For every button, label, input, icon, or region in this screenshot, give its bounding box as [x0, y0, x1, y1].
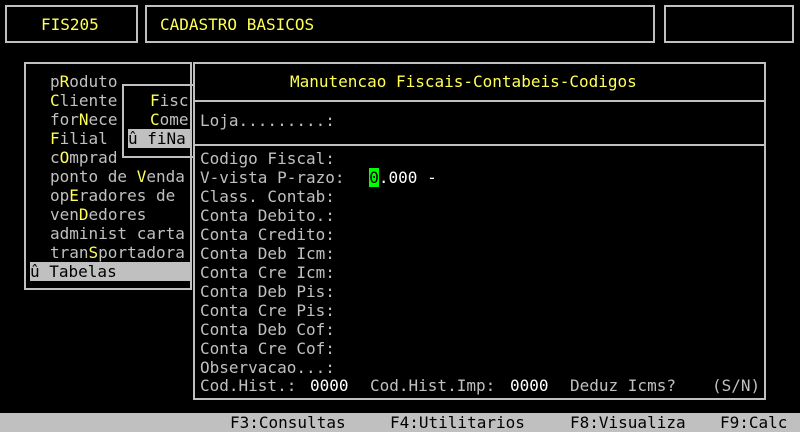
form-field-input[interactable] [345, 168, 545, 187]
menu-item-text: p [50, 72, 60, 91]
menu-item-text: ponto de [50, 167, 137, 186]
menu-item[interactable]: Filial [50, 129, 108, 148]
header-right-box [664, 5, 794, 43]
menu-item-hotkey: D [78, 205, 89, 224]
form-field-label: Conta Credito: [200, 225, 335, 244]
menu-item-text: mprad [69, 148, 118, 167]
cod-hist-input[interactable]: 0000 [310, 376, 349, 395]
form-field-input[interactable] [345, 225, 545, 244]
form-field-label: Observacao...: [200, 358, 335, 377]
form-field-input[interactable] [345, 187, 545, 206]
menu-item-text: oduto [69, 72, 118, 91]
menu-item[interactable]: forNece [50, 110, 117, 129]
menu-item-tabelas[interactable]: û Tabelas [30, 262, 190, 281]
module-title: CADASTRO BASICOS [160, 15, 315, 34]
cod-hist-imp-label: Cod.Hist.Imp: [370, 376, 496, 395]
form-field-label: Conta Deb Icm: [200, 244, 335, 263]
form-field-input[interactable] [345, 263, 545, 282]
menu-item-hotkey: R [59, 72, 70, 91]
submenu-item-hotkey: C [150, 110, 160, 129]
submenu-item-text: isc [159, 91, 189, 110]
form-field-input[interactable] [345, 301, 545, 320]
submenu-item[interactable]: Fisc [150, 91, 189, 110]
f4-utilitarios-key[interactable]: F4:Utilitarios [390, 413, 525, 432]
menu-item[interactable]: cOmprad [50, 148, 117, 167]
form-field-input[interactable] [345, 282, 545, 301]
menu-item-hotkey: C [50, 91, 60, 110]
form-title: Manutencao Fiscais-Contabeis-Codigos [290, 72, 637, 91]
form-field-label: Class. Contab: [200, 187, 335, 206]
menu-item[interactable]: ponto de Venda [50, 167, 185, 186]
menu-item[interactable]: tranSportadora [50, 243, 185, 262]
submenu-item-financas-label: û fiNa [128, 129, 186, 148]
form-field-label: Conta Cre Pis: [200, 301, 335, 320]
menu-item-text: for [50, 110, 79, 129]
cod-hist-label: Cod.Hist.: [200, 376, 297, 395]
submenu-item-hotkey: F [150, 91, 160, 110]
menu-item-hotkey: S [88, 243, 99, 262]
menu-item[interactable]: Cliente [50, 91, 117, 110]
menu-item[interactable]: pRoduto [50, 72, 117, 91]
menu-item-text: tran [50, 243, 89, 262]
menu-item-hotkey: O [59, 148, 70, 167]
f9-calc-key[interactable]: F9:Calc [720, 413, 787, 432]
menu-item[interactable]: opEradores de [50, 186, 175, 205]
menu-item-text: edores [88, 205, 147, 224]
loja-label: Loja.........: [200, 111, 335, 130]
menu-item-text: c [50, 148, 60, 167]
cod-hist-imp-input[interactable]: 0000 [510, 376, 549, 395]
form-field-label: Conta Cre Icm: [200, 263, 335, 282]
form-field-input[interactable] [345, 206, 545, 225]
form-field-label: V-vista P-razo: [200, 168, 345, 187]
menu-item-hotkey: E [69, 186, 79, 205]
menu-item-tabelas-label: û Tabelas [30, 262, 117, 281]
deduz-icms-options[interactable]: (S/N) [712, 376, 760, 395]
menu-item-text: radores de [78, 186, 176, 205]
menu-item-hotkey: V [136, 167, 147, 186]
f8-visualiza-key[interactable]: F8:Visualiza [570, 413, 686, 432]
form-field-input[interactable] [345, 339, 545, 358]
deduz-icms-label: Deduz Icms? [570, 376, 676, 395]
form-field-label: Conta Cre Cof: [200, 339, 335, 358]
form-field-label: Conta Debito.: [200, 206, 335, 225]
menu-item[interactable]: venDedores [50, 205, 146, 224]
function-key-bar: F3:Consultas F4:Utilitarios F8:Visualiza… [0, 413, 800, 432]
menu-item-text: ilial [59, 129, 108, 148]
menu-item-text: portadora [98, 243, 185, 262]
form-field-input[interactable] [345, 320, 545, 339]
menu-item[interactable]: administ carta [50, 224, 185, 243]
form-field-label: Conta Deb Pis: [200, 282, 335, 301]
loja-input[interactable] [345, 111, 465, 130]
form-field-label: Conta Deb Cof: [200, 320, 335, 339]
menu-item-text: ven [50, 205, 79, 224]
menu-item-text: enda [146, 167, 185, 186]
menu-item-hotkey: F [50, 129, 60, 148]
menu-item-text: administ carta [50, 224, 185, 243]
program-code: FIS205 [41, 15, 99, 34]
form-field-input[interactable] [345, 358, 545, 377]
menu-item-text: op [50, 186, 70, 205]
submenu-item[interactable]: Come [150, 110, 189, 129]
menu-item-text: ece [88, 110, 118, 129]
menu-item-text: liente [59, 91, 118, 110]
submenu-item-financas[interactable]: û fiNa [128, 129, 190, 148]
menu-item-hotkey: N [78, 110, 89, 129]
form-field-input[interactable] [345, 244, 545, 263]
f3-consultas-key[interactable]: F3:Consultas [230, 413, 346, 432]
codigo-fiscal-label: Codigo Fiscal: [200, 149, 335, 168]
submenu-item-text: ome [159, 110, 189, 129]
